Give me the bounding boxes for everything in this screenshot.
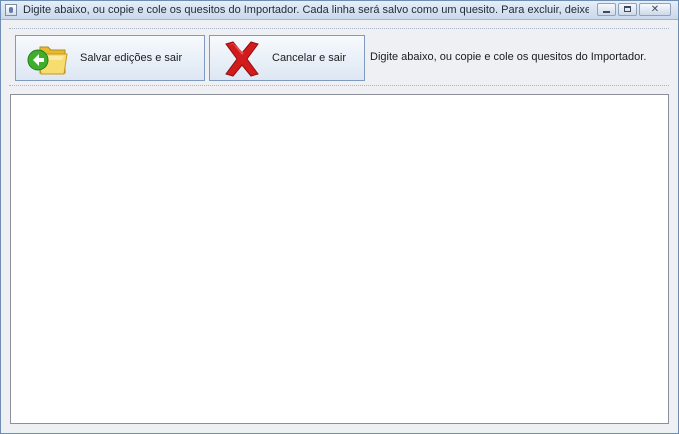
maximize-button[interactable]: [618, 3, 637, 16]
dialog-window: Digite abaixo, ou copie e cole os quesit…: [0, 0, 679, 434]
close-button[interactable]: ✕: [639, 3, 671, 16]
toolbar: Salvar edições e sair Cancelar e sair Di…: [9, 28, 669, 86]
save-button-label: Salvar edições e sair: [80, 52, 183, 64]
title-bar[interactable]: Digite abaixo, ou copie e cole os quesit…: [1, 1, 678, 20]
cancel-and-exit-button[interactable]: Cancelar e sair: [209, 35, 365, 81]
red-x-icon: [225, 41, 259, 77]
minimize-icon: [603, 11, 610, 13]
folder-arrow-icon: [27, 46, 68, 75]
cancel-button-label: Cancelar e sair: [272, 52, 346, 64]
minimize-button[interactable]: [597, 3, 616, 16]
maximize-icon: [624, 6, 631, 12]
window-title: Digite abaixo, ou copie e cole os quesit…: [23, 4, 589, 16]
instructions-text: Digite abaixo, ou copie e cole os quesit…: [370, 51, 647, 63]
questions-text-area[interactable]: [10, 94, 669, 424]
save-and-exit-button[interactable]: Salvar edições e sair: [15, 35, 205, 81]
close-icon: ✕: [650, 4, 660, 15]
java-app-icon: [5, 4, 17, 16]
